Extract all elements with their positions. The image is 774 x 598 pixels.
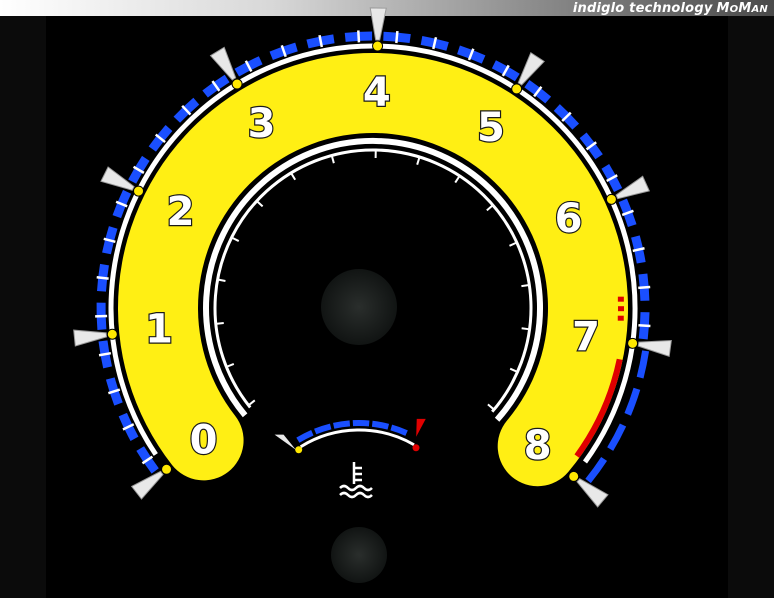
inner-tick [215, 322, 224, 325]
rpm-label-6: 6 [555, 196, 583, 242]
temp-blue-segment [314, 423, 332, 435]
inner-tick [487, 403, 495, 411]
major-tick-dot [605, 193, 617, 205]
rpm-label-7: 7 [572, 314, 600, 360]
major-tick-spike [209, 46, 237, 81]
needle-pivot-cap [321, 269, 397, 345]
rpm-label-4: 4 [363, 70, 391, 116]
inner-tick [521, 283, 530, 288]
major-tick-dot [231, 78, 243, 90]
tachometer-gauge: 0 1 2 3 4 5 6 7 8 [73, 7, 672, 583]
major-tick-spike [517, 51, 545, 86]
minor-tick [638, 324, 651, 328]
major-tick-dot [161, 463, 173, 475]
redline-dots [617, 296, 624, 321]
temp-cold-dot [295, 446, 303, 454]
inner-tick [330, 155, 335, 164]
rpm-label-8: 8 [524, 423, 552, 469]
inner-tick [290, 172, 297, 181]
inner-tick [256, 200, 264, 208]
inner-tick [454, 175, 461, 184]
rpm-label-0: 0 [190, 417, 218, 463]
temp-hot-spike [416, 418, 426, 437]
red-dot [617, 306, 624, 312]
blue-segment [607, 423, 627, 451]
temp-blue-segment [371, 420, 390, 430]
inner-tick [416, 156, 421, 165]
major-tick-spike [576, 478, 609, 508]
major-tick-dot [372, 40, 384, 52]
temp-cold-spike [274, 434, 296, 450]
inner-tick [509, 241, 518, 247]
inner-tick [486, 204, 494, 212]
major-tick-spike [130, 470, 164, 500]
inner-tick [231, 236, 240, 242]
major-tick-dot [627, 337, 639, 349]
blue-segment [585, 456, 608, 484]
rpm-label-2: 2 [167, 189, 195, 235]
temp-blue-segment [296, 429, 314, 443]
inner-tick [226, 362, 235, 368]
major-tick-dot [106, 328, 118, 340]
coolant-temperature-icon [339, 462, 373, 499]
red-dot [617, 296, 624, 302]
minor-tick [357, 30, 361, 43]
inner-tick [509, 367, 518, 373]
minor-tick [638, 285, 651, 290]
blue-segment [636, 350, 650, 379]
major-tick-dot [511, 83, 523, 95]
rpm-label-5: 5 [477, 105, 505, 151]
rpm-label-3: 3 [248, 101, 276, 147]
inner-tick [247, 399, 256, 407]
major-tick-dot [568, 470, 580, 482]
temp-blue-segment [333, 420, 351, 429]
inner-tick [521, 327, 530, 331]
temp-blue-segment [390, 424, 408, 436]
temperature-gauge [274, 418, 426, 499]
minor-tick [96, 276, 109, 280]
lower-knob [331, 527, 387, 583]
inner-tick [217, 278, 226, 282]
temperature-ticks [274, 418, 426, 454]
temp-hot-dot [412, 444, 420, 452]
minor-tick [395, 30, 399, 44]
blue-segment [624, 387, 641, 416]
major-tick-dot [133, 185, 145, 197]
red-dot [617, 315, 624, 321]
rpm-label-1: 1 [145, 307, 173, 353]
